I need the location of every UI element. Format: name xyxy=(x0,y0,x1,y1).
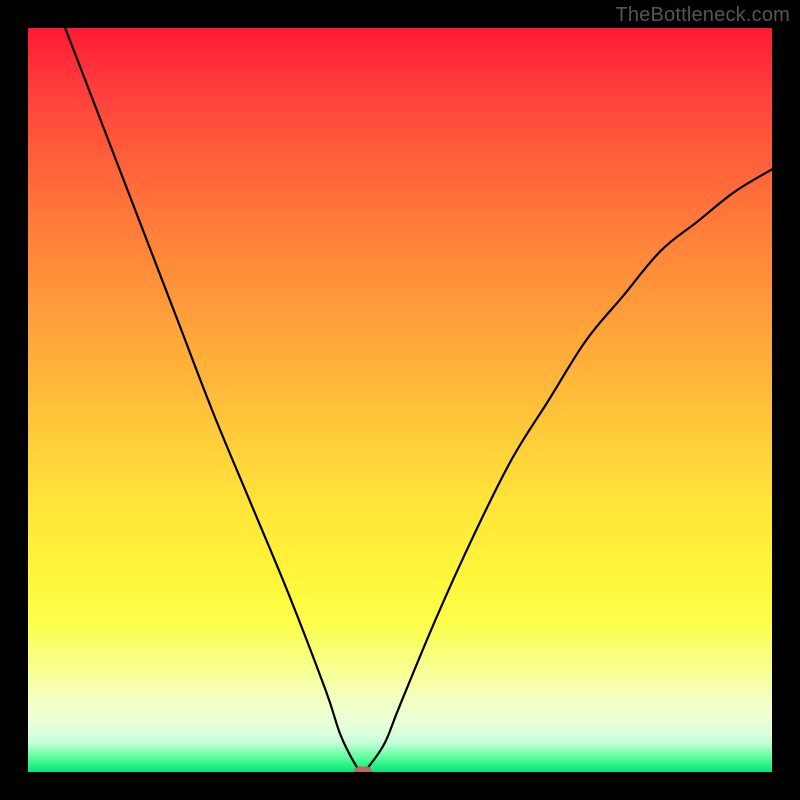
plot-area xyxy=(28,28,772,772)
curve-svg xyxy=(28,28,772,772)
bottleneck-curve-path xyxy=(65,28,772,772)
chart-frame: TheBottleneck.com xyxy=(0,0,800,800)
optimum-marker xyxy=(354,767,372,773)
watermark-text: TheBottleneck.com xyxy=(615,4,790,27)
